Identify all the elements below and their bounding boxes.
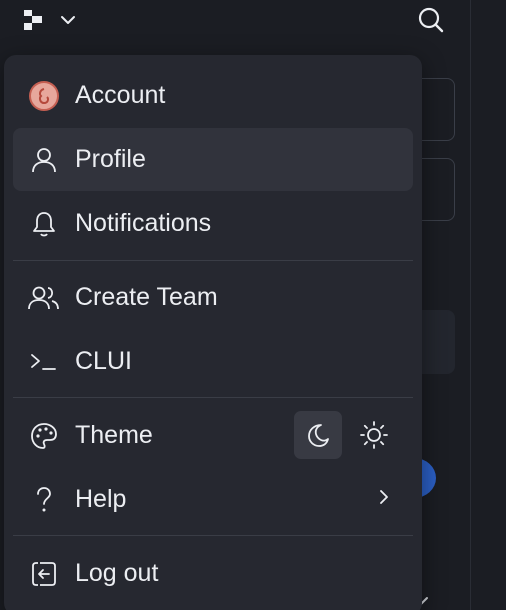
terminal-icon [31, 353, 56, 370]
workspace-switcher[interactable] [22, 8, 76, 32]
menu-divider [13, 397, 413, 398]
menu-item-log-out[interactable]: Log out [13, 542, 413, 605]
menu-item-label: Account [75, 81, 166, 109]
menu-divider [13, 535, 413, 536]
menu-item-help[interactable]: Help [13, 468, 413, 531]
chevron-right-icon [380, 490, 388, 504]
menu-item-notifications[interactable]: Notifications [13, 192, 413, 255]
menu-item-label: Profile [75, 145, 146, 173]
avatar-illustration-icon [39, 87, 49, 104]
workspace-logo-icon [24, 10, 42, 30]
account-menu: Account Profile Notifications Create Tea… [4, 55, 422, 610]
chevron-down-icon [61, 16, 75, 24]
sun-icon [360, 421, 388, 449]
search-icon[interactable] [417, 6, 445, 34]
menu-item-account[interactable]: Account [13, 64, 413, 127]
panel-divider [470, 0, 471, 610]
menu-item-profile[interactable]: Profile [13, 128, 413, 191]
user-icon [32, 147, 56, 172]
logout-icon [32, 561, 56, 586]
menu-item-clui[interactable]: CLUI [13, 330, 413, 393]
app-page: Account Profile Notifications Create Tea… [0, 0, 506, 610]
theme-toggle [294, 411, 398, 459]
moon-icon [308, 424, 329, 447]
menu-item-label: Help [75, 485, 127, 513]
menu-item-label: Log out [75, 559, 159, 587]
menu-item-create-team[interactable]: Create Team [13, 266, 413, 329]
bell-icon [33, 211, 55, 236]
dark-theme-button[interactable] [294, 411, 342, 459]
menu-item-label: Notifications [75, 209, 212, 237]
avatar [27, 79, 61, 113]
menu-item-label: Theme [75, 421, 153, 449]
question-icon [37, 486, 51, 511]
menu-item-label: CLUI [75, 347, 132, 375]
palette-icon [31, 422, 57, 449]
light-theme-button[interactable] [350, 411, 398, 459]
users-icon [28, 286, 59, 309]
menu-divider [13, 260, 413, 261]
menu-item-label: Create Team [75, 283, 218, 311]
